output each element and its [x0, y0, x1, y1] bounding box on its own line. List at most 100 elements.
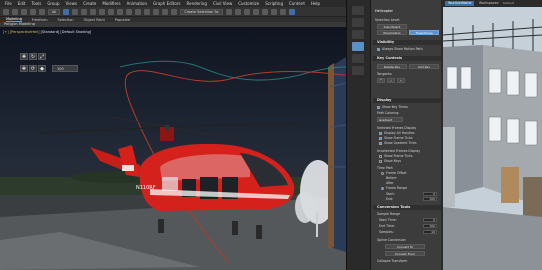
unlink-icon[interactable] [30, 8, 36, 15]
pivot-center-icon[interactable] [135, 8, 142, 15]
menu-item-file[interactable]: File [5, 1, 12, 6]
tangent-auto-button[interactable]: ⌒ [377, 78, 385, 83]
angle-snap-icon[interactable] [162, 8, 169, 15]
workspaces-dropdown[interactable]: Default [503, 1, 514, 6]
menu-item-animation[interactable]: Animation [127, 1, 147, 6]
tangent-step-button[interactable]: ⌐ [397, 78, 405, 83]
modify-icon[interactable] [352, 18, 364, 27]
secondary-viewport[interactable]: YourUserName Workspaces: Default [443, 0, 542, 270]
ribbon-tab-freeform[interactable]: Freeform [32, 18, 48, 22]
render-icon[interactable] [288, 8, 295, 15]
show-frame-ticks-2-checkbox[interactable] [379, 155, 382, 158]
menu-item-create[interactable]: Create [83, 1, 96, 6]
menu-item-graph-editors[interactable]: Graph Editors [153, 1, 180, 6]
motion-icon[interactable] [352, 42, 364, 51]
ribbon-tab-selection[interactable]: Selection [58, 18, 74, 22]
select-move-icon[interactable] [99, 8, 106, 15]
redo-icon[interactable] [12, 8, 18, 15]
select-scale-icon[interactable] [117, 8, 124, 15]
range-end-spinner[interactable]: 100 [423, 197, 437, 201]
frame-offset-radio[interactable] [381, 172, 384, 175]
utilities-icon[interactable] [352, 66, 364, 75]
viewport-label[interactable]: [+] [PerspectiveHeli] [Standard] [Defaul… [3, 30, 91, 34]
building [328, 57, 346, 252]
path-coloring-dropdown[interactable]: Gradient [377, 117, 403, 122]
rotate-gizmo-icon[interactable]: ⟳ [29, 65, 37, 72]
layer-explorer-icon[interactable] [243, 8, 250, 15]
link-icon[interactable] [21, 8, 27, 15]
menu-item-rendering[interactable]: Rendering [187, 1, 207, 6]
curve-editor-icon[interactable] [252, 8, 259, 15]
end-time-spinner[interactable]: 100 [423, 224, 437, 228]
select-by-name-icon[interactable] [72, 8, 79, 15]
menu-item-content[interactable]: Content [289, 1, 305, 6]
align-icon[interactable] [234, 8, 241, 15]
snaps-toggle-icon[interactable] [153, 8, 160, 15]
menu-item-scripting[interactable]: Scripting [265, 1, 283, 6]
trajectories-button[interactable]: Trajectories [409, 30, 439, 35]
show-keys-checkbox[interactable] [379, 160, 382, 163]
scale-keys-icon[interactable]: ⤢ [38, 53, 46, 60]
move-keys-icon[interactable]: ✚ [20, 53, 28, 60]
mirror-icon[interactable] [225, 8, 232, 15]
frame-range-radio[interactable] [381, 187, 384, 190]
show-gradient-ticks-checkbox[interactable] [379, 142, 382, 145]
hierarchy-icon[interactable] [352, 30, 364, 39]
menu-item-civil-view[interactable]: Civil View [213, 1, 232, 6]
material-editor-icon[interactable] [270, 8, 277, 15]
conversion-tools-rollout-header[interactable]: Conversion Tools [373, 205, 442, 210]
rectangular-selection-icon[interactable] [81, 8, 88, 15]
schematic-view-icon[interactable] [261, 8, 268, 15]
convert-to-button[interactable]: Convert To [385, 244, 425, 249]
trajectory-key-icon[interactable]: ◆ [38, 65, 46, 72]
viewport-label-bracket[interactable]: [+] [PerspectiveHeli] [3, 30, 40, 34]
menu-item-edit[interactable]: Edit [18, 1, 26, 6]
menu-item-modifiers[interactable]: Modifiers [102, 1, 120, 6]
menu-item-tools[interactable]: Tools [31, 1, 41, 6]
display-icon[interactable] [352, 54, 364, 63]
menu-item-views[interactable]: Views [66, 1, 78, 6]
perspective-viewport[interactable]: N110RF [+] [PerspectiveHeli] [Standard] … [0, 27, 346, 270]
start-time-spinner[interactable]: 0 [423, 218, 437, 222]
ribbon-tab-populate[interactable]: Populate [115, 18, 130, 22]
display-all-handles-checkbox[interactable] [379, 132, 382, 135]
move-gizmo-icon[interactable]: ✥ [20, 65, 28, 72]
show-frame-ticks-checkbox[interactable] [379, 137, 382, 140]
add-key-button[interactable]: Add Key [409, 64, 439, 69]
menu-item-help[interactable]: Help [311, 1, 320, 6]
show-frame-ticks-label: Show Frame Ticks [384, 136, 413, 140]
convert-from-button[interactable]: Convert From [385, 251, 425, 256]
menu-item-customize[interactable]: Customize [238, 1, 259, 6]
menu-item-group[interactable]: Group [47, 1, 59, 6]
collapse-transform-label: Collapse Transform [377, 259, 408, 263]
selection-set-dropdown[interactable]: Create Selection Se [180, 8, 223, 15]
ribbon-tab-object-paint[interactable]: Object Paint [84, 18, 105, 22]
samples-spinner[interactable]: 10 [423, 230, 437, 234]
key-controls-rollout-header[interactable]: Key Controls [373, 56, 442, 61]
selection-filter-dropdown[interactable]: All [48, 8, 61, 15]
undo-icon[interactable] [3, 8, 9, 15]
visibility-rollout-header[interactable]: Visibility [373, 40, 442, 45]
create-icon[interactable] [352, 6, 364, 15]
select-object-icon[interactable] [63, 8, 70, 15]
always-show-motion-path-checkbox[interactable] [377, 48, 380, 51]
sub-object-button[interactable]: Sub-Object [377, 24, 407, 29]
tangent-linear-button[interactable]: ∕ [387, 78, 395, 83]
display-rollout-header[interactable]: Display [373, 98, 442, 103]
rotate-keys-icon[interactable]: ↻ [29, 53, 37, 60]
reference-coordinate-icon[interactable] [126, 8, 133, 15]
window-crossing-icon[interactable] [90, 8, 97, 15]
parameters-button[interactable]: Parameters [377, 30, 407, 35]
user-account-button[interactable]: YourUserName [445, 1, 475, 6]
show-key-times-checkbox[interactable] [377, 106, 380, 109]
bind-space-warp-icon[interactable] [39, 8, 45, 15]
zoom-dropdown[interactable]: 100 [52, 65, 78, 72]
select-rotate-icon[interactable] [108, 8, 115, 15]
percent-snap-icon[interactable] [171, 8, 178, 15]
object-name-field[interactable]: Helicopter [375, 9, 393, 13]
delete-key-button[interactable]: Delete Key [377, 64, 407, 69]
render-setup-icon[interactable] [279, 8, 286, 15]
select-manipulate-icon[interactable] [144, 8, 151, 15]
viewport-label-rest[interactable]: [Standard] [Default Shading] [41, 30, 92, 34]
range-start-spinner[interactable]: 0 [423, 192, 437, 196]
